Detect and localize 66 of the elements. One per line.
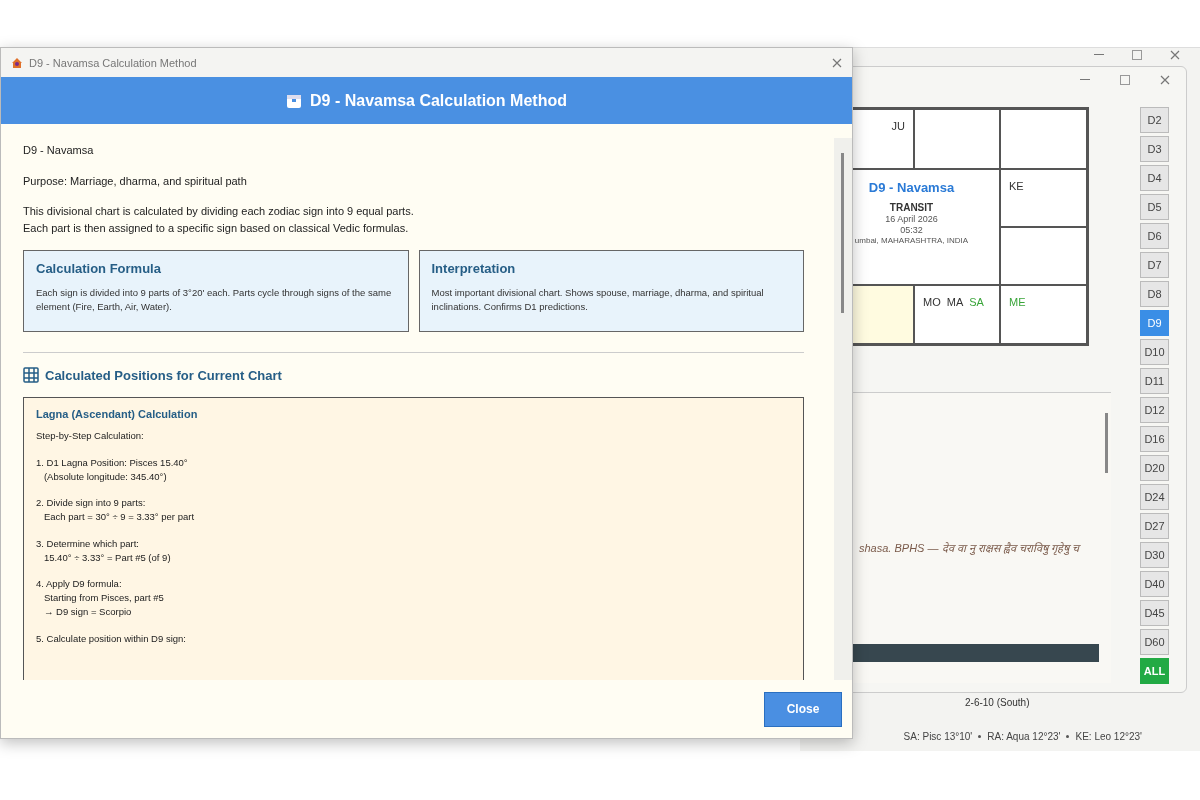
division-button[interactable]: D4 [1140,165,1169,191]
division-button[interactable]: D27 [1140,513,1169,539]
division-button[interactable]: D6 [1140,223,1169,249]
division-button[interactable]: D24 [1140,484,1169,510]
division-button[interactable]: D2 [1140,107,1169,133]
status-item: KE: Leo 12°23' [1075,731,1142,742]
chart-date: 16 April 2026 [885,214,938,224]
planet-label: JU [891,120,905,132]
scrollbar-thumb[interactable] [1105,413,1108,473]
window-title: D9 - Navamsa Calculation Method [29,56,198,69]
minimize-icon[interactable] [1080,79,1090,81]
division-button[interactable]: D40 [1140,571,1169,597]
chart-title: D9 - Navamsa [868,180,955,195]
close-icon[interactable] [1160,75,1170,85]
division-button[interactable]: D30 [1140,542,1169,568]
close-icon[interactable] [832,57,842,68]
division-button[interactable]: D3 [1140,136,1169,162]
division-button[interactable]: D20 [1140,455,1169,481]
division-button[interactable]: D60 [1140,629,1169,655]
separator-dot [978,735,982,738]
planet-label: SA [969,296,984,308]
intro-text: Purpose: Marriage, dharma, and spiritual path [23,173,248,189]
chart-time: 05:32 [900,225,923,235]
grid-icon [23,367,39,383]
intro-text: This divisional chart is calculated by dividing each zodiac sign into 9 equal parts. Each part is then assigned to a specific sign based on classical Vedic formulas. [23,204,415,236]
dialog-title: D9 - Navamsa Calculation Method [310,91,567,110]
box-icon [286,92,302,109]
calculation-step: 5. Calculate position within D9 sign: [36,631,791,646]
chart-mode: TRANSIT [889,202,934,213]
division-button[interactable]: D7 [1140,252,1169,278]
division-button[interactable]: D11 [1140,368,1169,394]
quote-text: shasa. BPHS — देव वा नु राक्षस ह्वैव चराविषु गृहेषु च [859,541,1079,555]
maximize-icon[interactable] [1120,75,1130,85]
calculation-step: 3. Determine which part: 15.40° ÷ 3.33° = Part #5 (of 9) [36,536,791,565]
house-icon [11,56,23,69]
planet-label: MO [923,296,941,308]
scrollbar-thumb[interactable] [841,153,844,313]
calculation-step: 4. Apply D9 formula: Starting from Pisces, part #5 → D9 sign = Scorpio [36,577,791,619]
calculation-title: Lagna (Ascendant) Calculation [36,408,199,420]
section-title: Calculated Positions for Current Chart [45,367,282,383]
planet-label: KE [1009,180,1024,192]
planet-label: MA [946,296,964,308]
status-item: RA: Aqua 12°23' [987,731,1061,742]
chart-place: umbai, MAHARASHTRA, INDIA [854,236,969,245]
division-button[interactable]: D5 [1140,194,1169,220]
scrollbar[interactable] [834,138,852,680]
close-icon[interactable] [1170,50,1180,60]
separator-dot [1066,735,1070,738]
calculation-step: Step-by-Step Calculation: [36,429,791,443]
calculation-step: 2. Divide sign into 9 parts: Each part = 30° ÷ 9 = 3.33° per part [36,496,791,524]
division-button[interactable]: D10 [1140,339,1169,365]
division-button[interactable]: D8 [1140,281,1169,307]
division-button[interactable]: D16 [1140,426,1169,452]
minimize-icon[interactable] [1094,54,1104,56]
card-text: Each sign is divided into 9 parts of 3°20' each. Parts cycle through signs of the same element (Fire, Earth, Air, Water). [36,286,393,314]
chart-style-label: 2-6-10 (South) [965,697,1030,708]
calculation-step: 1. D1 Lagna Position: Pisces 15.40° (Absolute longitude: 345.40°) [36,455,791,484]
division-button[interactable]: D12 [1140,397,1169,423]
status-item: SA: Pisc 13°10' [903,731,973,742]
intro-text: D9 - Navamsa [23,143,95,158]
division-button[interactable]: D45 [1140,600,1169,626]
card-title: Calculation Formula [36,261,162,276]
card-text: Most important divisional chart. Shows spouse, marriage, dharma, and spiritual inclinations. Confirms D1 predictions. [431,286,765,314]
planet-label: ME [1009,296,1026,308]
card-title: Interpretation [431,261,517,276]
maximize-icon[interactable] [1132,50,1142,60]
